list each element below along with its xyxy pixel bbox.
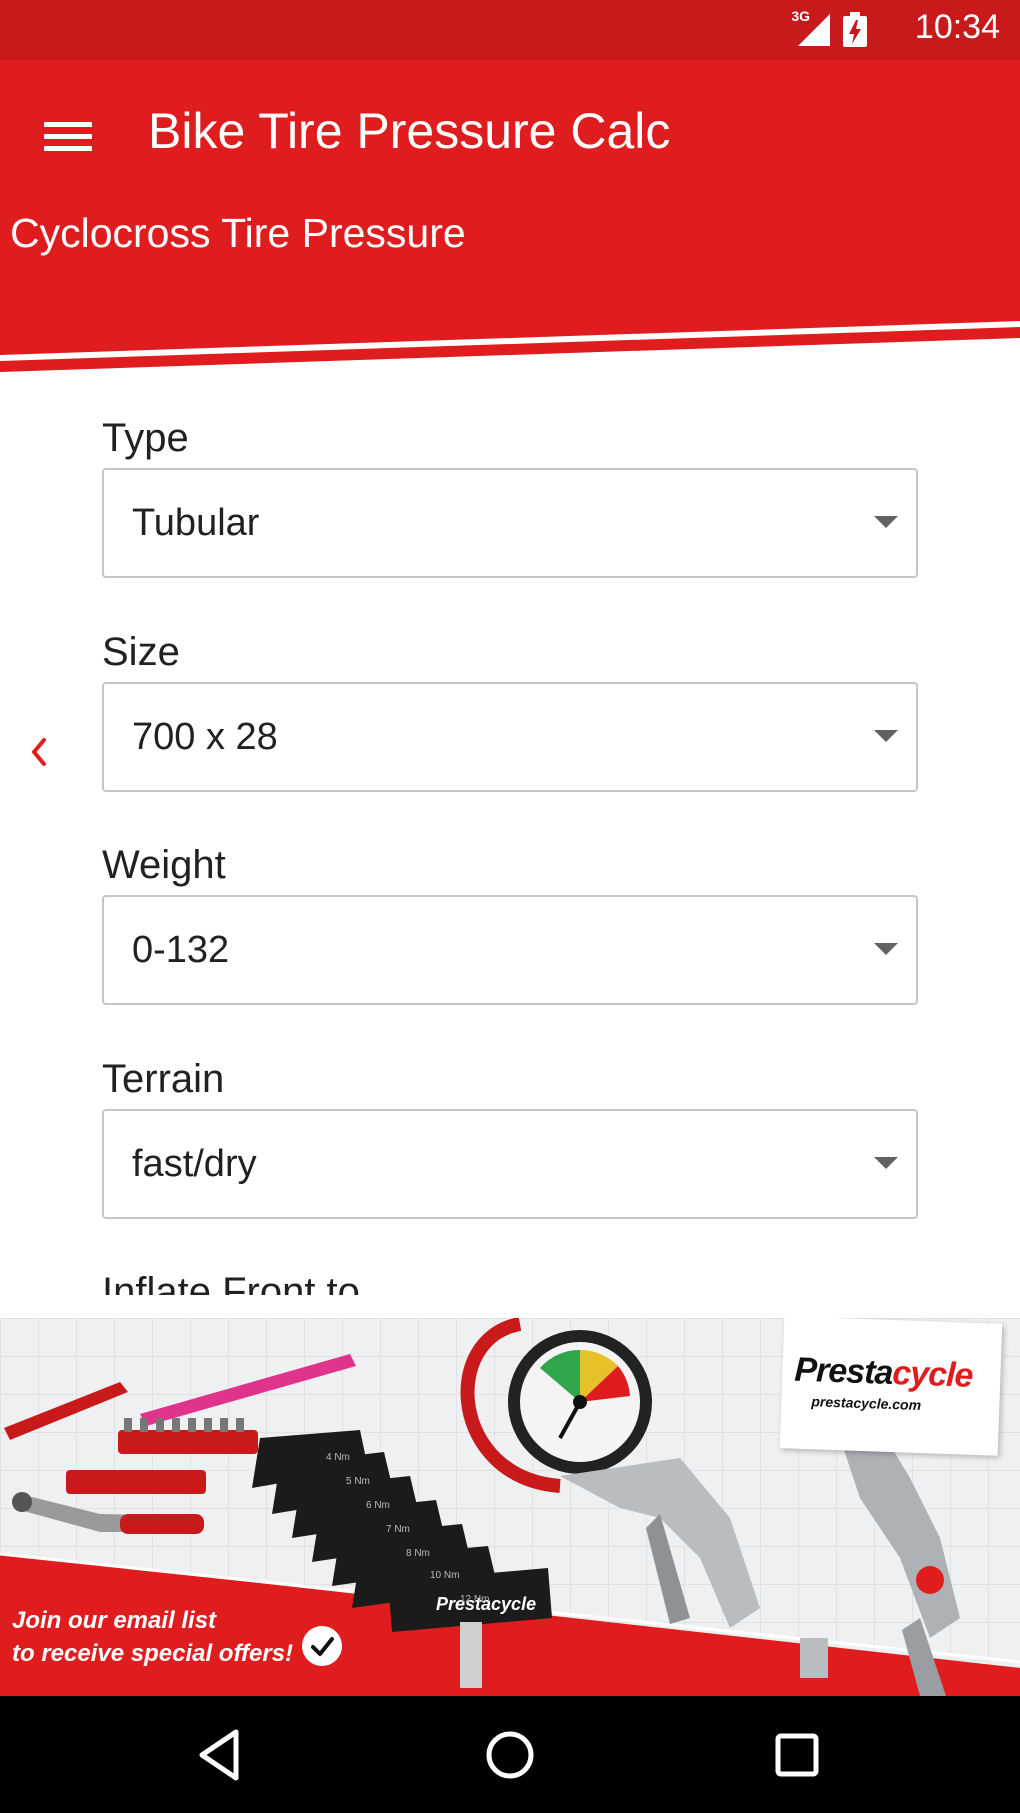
caret-down-icon — [874, 730, 898, 742]
chevron-left-icon[interactable] — [24, 732, 54, 772]
square-recents-icon[interactable] — [764, 1722, 830, 1788]
torque-driver-label: 6 Nm — [366, 1500, 390, 1511]
torque-driver-label: 12 Nm — [460, 1594, 489, 1605]
status-bar: 3G 10:34 — [0, 0, 1020, 60]
weight-label: Weight — [102, 843, 226, 887]
page-subtitle: Cyclocross Tire Pressure — [10, 210, 466, 256]
torque-driver-label: 7 Nm — [386, 1524, 410, 1535]
caret-down-icon — [874, 943, 898, 955]
inflate-front-label: Inflate Front to — [102, 1270, 360, 1295]
terrain-label: Terrain — [102, 1057, 225, 1101]
brand-logo: Prestacycle prestacycle.com — [779, 1318, 1003, 1456]
hamburger-menu-icon[interactable] — [36, 104, 100, 168]
header-swoosh — [0, 321, 1020, 372]
checkmark-icon[interactable] — [302, 1626, 342, 1666]
weight-select[interactable]: 0-132 — [102, 895, 918, 1005]
size-select[interactable]: 700 x 28 — [102, 682, 918, 792]
ad-banner[interactable]: Prestacycle 4 Nm 5 Nm 6 Nm 7 Nm 8 Nm 10 Nm 12 … — [0, 1318, 1020, 1696]
torque-driver-label: 8 Nm — [406, 1548, 430, 1559]
pressure-form: Type Tubular Size 700 x 28 Weight 0-132 … — [0, 372, 1020, 1295]
triangle-back-icon[interactable] — [188, 1722, 254, 1788]
system-nav-bar — [0, 1696, 1020, 1813]
brand-url: prestacycle.com — [811, 1393, 922, 1414]
torque-driver-label: 10 Nm — [430, 1570, 459, 1581]
caret-down-icon — [874, 516, 898, 528]
type-value: Tubular — [132, 502, 260, 544]
signal-icon — [798, 14, 830, 46]
email-signup-text: Join our email list to receive special o… — [12, 1607, 294, 1667]
battery-charging-icon — [843, 12, 867, 47]
caret-down-icon — [874, 1157, 898, 1169]
type-select[interactable]: Tubular — [102, 468, 918, 578]
terrain-value: fast/dry — [132, 1143, 257, 1185]
size-value: 700 x 28 — [132, 716, 278, 758]
app-title: Bike Tire Pressure Calc — [148, 103, 671, 159]
size-label: Size — [102, 630, 180, 674]
weight-value: 0-132 — [132, 929, 230, 971]
terrain-select[interactable]: fast/dry — [102, 1109, 918, 1219]
torque-driver-label: 4 Nm — [326, 1452, 350, 1463]
clock: 10:34 — [914, 8, 1000, 46]
app-bar: Bike Tire Pressure Calc Cyclocross Tire … — [0, 60, 1020, 372]
circle-home-icon[interactable] — [477, 1722, 543, 1788]
torque-driver-label: 5 Nm — [346, 1476, 370, 1487]
brand-name: Prestacycle — [793, 1350, 974, 1395]
type-label: Type — [102, 416, 189, 460]
